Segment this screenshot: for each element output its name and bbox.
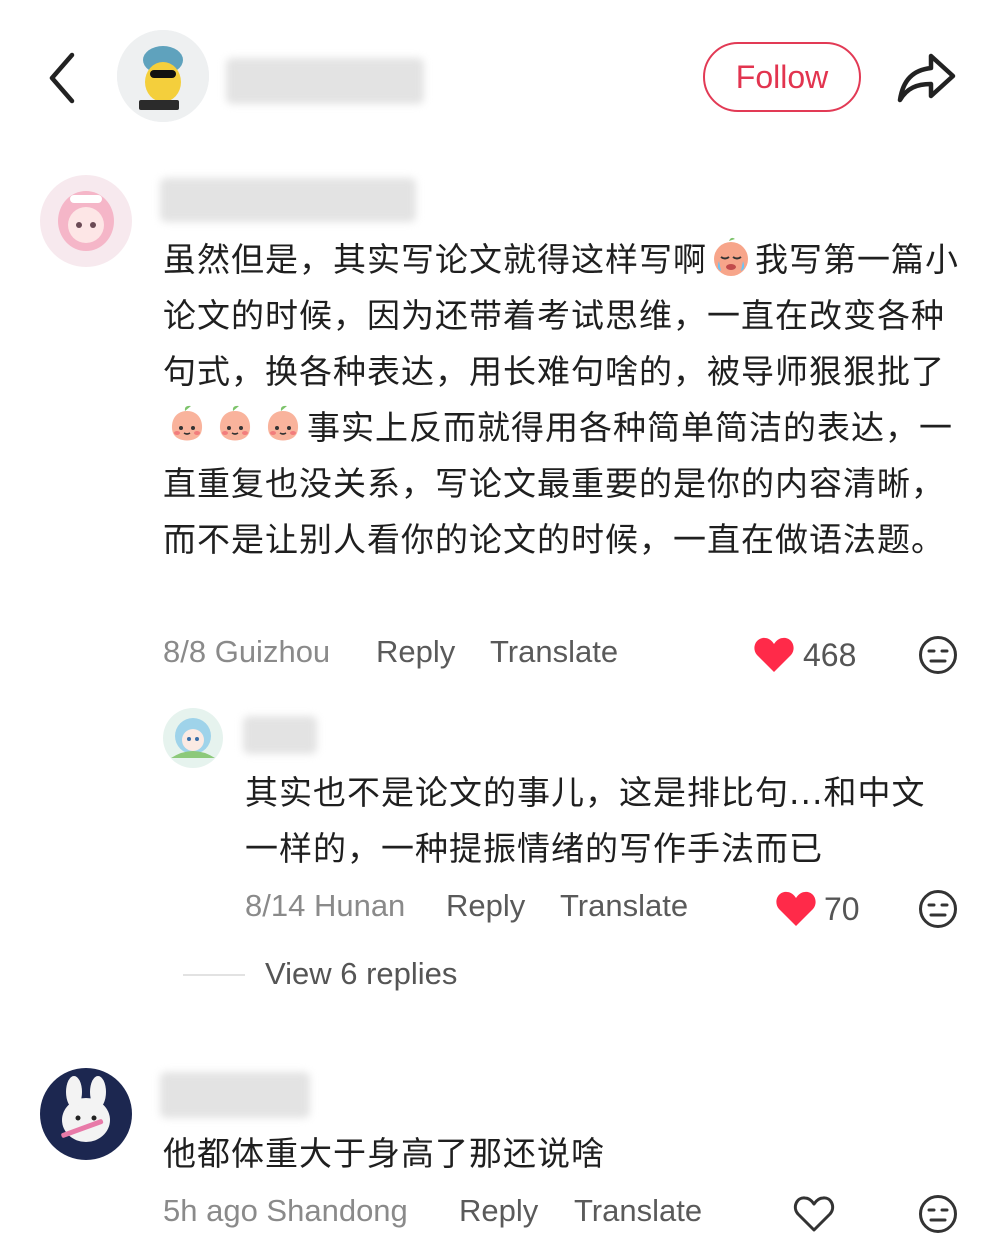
share-button[interactable] bbox=[895, 48, 959, 108]
reply-button[interactable]: Reply bbox=[459, 1193, 538, 1229]
reply-translate-button[interactable]: Translate bbox=[560, 888, 688, 924]
like-count: 468 bbox=[803, 637, 857, 673]
comment-date-location: 5h ago Shandong bbox=[163, 1193, 408, 1228]
reply-avatar-image bbox=[163, 708, 223, 768]
comment-text: 他都体重大于身高了那还说啥 bbox=[163, 1134, 605, 1173]
peach-face-emoji-icon bbox=[165, 403, 209, 447]
chevron-left-icon bbox=[49, 52, 75, 104]
like-button[interactable] bbox=[793, 1195, 835, 1233]
commenter-avatar[interactable] bbox=[40, 175, 132, 267]
meh-face-icon bbox=[919, 636, 957, 674]
reply-reply-button[interactable]: Reply bbox=[446, 888, 525, 924]
reply-like-count: 70 bbox=[824, 891, 860, 927]
meh-face-icon bbox=[919, 1195, 957, 1233]
commenter-name-redacted bbox=[160, 178, 416, 222]
commenter-avatar[interactable] bbox=[40, 1068, 132, 1160]
reply-date-location: 8/14 Hunan bbox=[245, 888, 406, 923]
share-arrow-icon bbox=[897, 53, 956, 103]
dislike-button[interactable] bbox=[918, 635, 958, 675]
author-name-redacted bbox=[226, 58, 424, 104]
heart-outline-icon bbox=[793, 1196, 835, 1232]
view-replies-button[interactable]: View 6 replies bbox=[265, 956, 457, 992]
dislike-button[interactable] bbox=[918, 1194, 958, 1234]
peach-face-emoji-icon bbox=[213, 403, 257, 447]
back-button[interactable] bbox=[40, 50, 90, 106]
reply-text: 其实也不是论文的事儿，这是排比句...和中文一样的，一种提振情绪的写作手法而已 bbox=[245, 773, 926, 868]
heart-icon bbox=[754, 637, 794, 672]
reply-avatar[interactable] bbox=[163, 708, 223, 768]
peach-face-emoji-icon bbox=[261, 403, 305, 447]
reply-author-redacted bbox=[243, 716, 317, 754]
reply-button[interactable]: Reply bbox=[376, 634, 455, 670]
follow-button[interactable]: Follow bbox=[703, 42, 861, 112]
translate-button[interactable]: Translate bbox=[490, 634, 618, 670]
translate-button[interactable]: Translate bbox=[574, 1193, 702, 1229]
commenter-avatar-image bbox=[40, 1068, 132, 1160]
reply-like-button[interactable] bbox=[775, 890, 817, 928]
commenter-avatar-image bbox=[40, 175, 132, 267]
comment-text: 虽然但是，其实写论文就得这样写啊 我写第一篇小论文的时候，因为还带着考试思维，一直… bbox=[163, 232, 963, 568]
author-avatar-image bbox=[117, 30, 209, 122]
meh-face-icon bbox=[919, 890, 957, 928]
author-avatar[interactable] bbox=[117, 30, 209, 122]
comment-date-location: 8/8 Guizhou bbox=[163, 634, 331, 669]
reply-dislike-button[interactable] bbox=[918, 889, 958, 929]
like-button[interactable] bbox=[753, 636, 795, 674]
heart-icon bbox=[776, 891, 816, 926]
crying-emoji-icon bbox=[709, 235, 753, 279]
replies-divider bbox=[183, 974, 245, 976]
commenter-name-redacted bbox=[160, 1072, 310, 1118]
